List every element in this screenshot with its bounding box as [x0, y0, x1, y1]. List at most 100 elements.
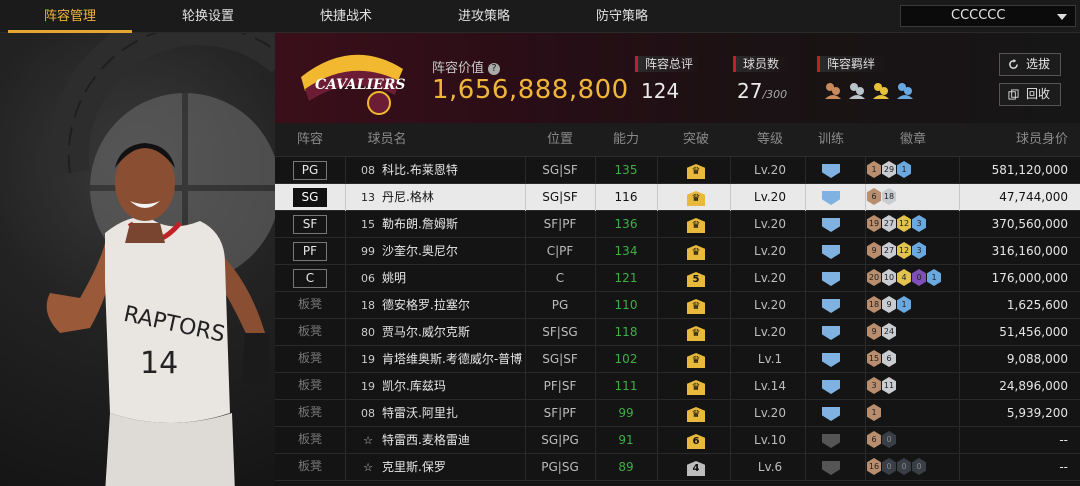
player-name[interactable]: 勒布朗.詹姆斯	[382, 211, 458, 238]
player-name[interactable]: 特雷西.麦格雷迪	[382, 427, 470, 454]
synergy-bronze-icon	[825, 83, 841, 99]
table-row[interactable]: 板凳 ☆ 克里斯.保罗 PG|SG 89 4 Lv.6 16 0 0 0 --	[275, 454, 1080, 481]
col-salary[interactable]: 球员身价	[959, 123, 1074, 157]
tab-lineup[interactable]: 阵容管理	[8, 0, 132, 33]
col-power[interactable]: 能力	[595, 123, 657, 157]
table-row[interactable]: C 06 姚明 C 121 5 Lv.20 20 10 4 0 1 176,000,00…	[275, 265, 1080, 292]
training-shield-icon[interactable]	[822, 326, 840, 340]
player-name[interactable]: 科比.布莱恩特	[382, 157, 458, 184]
col-position[interactable]: 位置	[525, 123, 595, 157]
breakthrough-cell[interactable]: ♛	[657, 373, 735, 400]
training-cell[interactable]	[805, 346, 857, 373]
badges-cell[interactable]: 18 9 1	[867, 292, 959, 319]
training-shield-icon[interactable]	[822, 461, 840, 475]
breakthrough-cell[interactable]: 4	[657, 454, 735, 481]
breakthrough-cell[interactable]: ♛	[657, 211, 735, 238]
breakthrough-cell[interactable]: ♛	[657, 238, 735, 265]
badge-blue: 1	[897, 161, 911, 178]
training-shield-icon[interactable]	[822, 353, 840, 367]
training-cell[interactable]	[805, 292, 857, 319]
synergy-icons[interactable]	[823, 81, 915, 101]
badges-cell[interactable]: 1 29 1	[867, 157, 959, 184]
training-cell[interactable]	[805, 238, 857, 265]
table-row[interactable]: 板凳 19 凯尔.库兹玛 PF|SF 111 ♛ Lv.14 3 11 24,89…	[275, 373, 1080, 400]
lineup-select[interactable]: CCCCCC	[900, 5, 1076, 27]
breakthrough-cell[interactable]: 6	[657, 427, 735, 454]
pick-button[interactable]: 选拔	[999, 53, 1061, 76]
badges-cell[interactable]: 16 0 0 0	[867, 454, 959, 481]
breakthrough-cell[interactable]: ♛	[657, 319, 735, 346]
training-shield-icon[interactable]	[822, 299, 840, 313]
training-shield-icon[interactable]	[822, 407, 840, 421]
player-figure: RAPTORS 14	[46, 143, 270, 486]
crown-icon: ♛	[687, 326, 705, 341]
col-slot[interactable]: 阵容	[293, 123, 327, 157]
table-row[interactable]: 板凳 80 贾马尔.威尔克斯 SF|SG 118 ♛ Lv.20 9 24 51,…	[275, 319, 1080, 346]
table-row[interactable]: SF 15 勒布朗.詹姆斯 SF|PF 136 ♛ Lv.20 19 27 12 3 …	[275, 211, 1080, 238]
badges-cell[interactable]: 19 27 12 3	[867, 211, 959, 238]
breakthrough-cell[interactable]: ♛	[657, 157, 735, 184]
badges-cell[interactable]: 20 10 4 0 1	[867, 265, 959, 292]
badges-cell[interactable]: 9 27 12 3	[867, 238, 959, 265]
breakthrough-cell[interactable]: ♛	[657, 346, 735, 373]
col-name[interactable]: 球员名	[359, 123, 415, 157]
player-name[interactable]: 丹尼.格林	[382, 184, 434, 211]
player-salary: 9,088,000	[1006, 352, 1068, 366]
training-cell[interactable]	[805, 211, 857, 238]
player-name[interactable]: 特雷沃.阿里扎	[382, 400, 458, 427]
training-shield-icon[interactable]	[822, 191, 840, 205]
tab-quick-tactics[interactable]: 快捷战术	[284, 0, 408, 33]
table-row[interactable]: 板凳 08 特雷沃.阿里扎 SF|PF 99 ♛ Lv.20 1 5,939,2…	[275, 400, 1080, 427]
badges-cell[interactable]: 15 6	[867, 346, 959, 373]
player-name[interactable]: 贾马尔.威尔克斯	[382, 319, 470, 346]
table-row[interactable]: 板凳 19 肯塔维奥斯.考德威尔-普博 SG|SF 102 ♛ Lv.1 15 6…	[275, 346, 1080, 373]
slot-bench: 板凳	[297, 378, 322, 392]
player-name[interactable]: 肯塔维奥斯.考德威尔-普博	[382, 346, 522, 373]
table-row[interactable]: PF 99 沙奎尔.奥尼尔 C|PF 134 ♛ Lv.20 9 27 12 3 31…	[275, 238, 1080, 265]
training-shield-icon[interactable]	[822, 380, 840, 394]
tab-offense[interactable]: 进攻策略	[422, 0, 546, 33]
player-name[interactable]: 凯尔.库兹玛	[382, 373, 446, 400]
table-row[interactable]: PG 08 科比.布莱恩特 SG|SF 135 ♛ Lv.20 1 29 1 581…	[275, 157, 1080, 184]
training-shield-icon[interactable]	[822, 218, 840, 232]
table-row[interactable]: SG 13 丹尼.格林 SG|SF 116 ♛ Lv.20 6 18 47,744…	[275, 184, 1080, 211]
training-cell[interactable]	[805, 157, 857, 184]
training-shield-icon[interactable]	[822, 272, 840, 286]
col-level[interactable]: 等级	[730, 123, 810, 157]
player-name[interactable]: 德安格罗.拉塞尔	[382, 292, 470, 319]
badges-cell[interactable]: 60	[867, 427, 959, 454]
players-count: 27/300	[737, 79, 788, 103]
badges-cell[interactable]: 9 24	[867, 319, 959, 346]
breakthrough-cell[interactable]: 5	[657, 265, 735, 292]
breakthrough-cell[interactable]: ♛	[657, 292, 735, 319]
training-cell[interactable]	[805, 400, 857, 427]
training-cell[interactable]	[805, 184, 857, 211]
badge-silver: 9	[882, 296, 896, 313]
breakthrough-cell[interactable]: ♛	[657, 400, 735, 427]
breakthrough-cell[interactable]: ♛	[657, 184, 735, 211]
player-name[interactable]: 克里斯.保罗	[382, 454, 446, 481]
tab-rotation[interactable]: 轮换设置	[146, 0, 270, 33]
col-training[interactable]: 训练	[805, 123, 857, 157]
training-cell[interactable]	[805, 373, 857, 400]
training-shield-icon[interactable]	[822, 245, 840, 259]
training-shield-icon[interactable]	[822, 434, 840, 448]
table-row[interactable]: 板凳 ☆ 特雷西.麦格雷迪 SG|PG 91 6 Lv.10 60 --	[275, 427, 1080, 454]
badges-cell[interactable]: 6 18	[867, 184, 959, 211]
training-cell[interactable]	[805, 265, 857, 292]
help-icon[interactable]: ?	[488, 62, 501, 75]
badge-dark: 0	[912, 458, 926, 475]
table-row[interactable]: 板凳 18 德安格罗.拉塞尔 PG 110 ♛ Lv.20 18 9 1 1,625…	[275, 292, 1080, 319]
training-cell[interactable]	[805, 454, 857, 481]
player-name[interactable]: 沙奎尔.奥尼尔	[382, 238, 458, 265]
badges-cell[interactable]: 3 11	[867, 373, 959, 400]
col-breakthrough[interactable]: 突破	[657, 123, 735, 157]
tab-defense[interactable]: 防守策略	[560, 0, 684, 33]
col-badges[interactable]: 徽章	[867, 123, 959, 157]
training-shield-icon[interactable]	[822, 164, 840, 178]
training-cell[interactable]	[805, 427, 857, 454]
player-name[interactable]: 姚明	[382, 265, 406, 292]
badges-cell[interactable]: 1	[867, 400, 959, 427]
recycle-button[interactable]: 回收	[999, 83, 1061, 106]
training-cell[interactable]	[805, 319, 857, 346]
